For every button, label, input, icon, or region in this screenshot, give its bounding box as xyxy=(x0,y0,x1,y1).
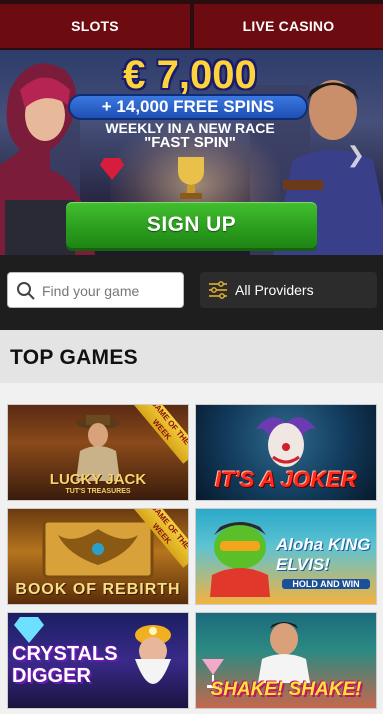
sign-up-button[interactable]: SIGN UP xyxy=(66,202,317,248)
game-subtitle: TUT'S TREASURES xyxy=(65,488,131,495)
games-grid: GAME OF THE WEEK LUCKY JACK TUT'S TREASU… xyxy=(0,383,383,714)
game-tile-book-of-rebirth[interactable]: GAME OF THE WEEK BOOK OF REBIRTH xyxy=(7,508,189,605)
ruby-gem-icon xyxy=(100,158,124,180)
game-tile-crystals-digger[interactable]: CRYSTALS DIGGER xyxy=(7,612,189,709)
top-games-header: TOP GAMES xyxy=(0,330,383,383)
trophy-icon xyxy=(178,157,204,199)
dwarf-miner-illustration xyxy=(135,625,171,684)
game-title: CRYSTALS DIGGER xyxy=(12,643,118,687)
golden-book-illustration xyxy=(42,519,154,579)
joker-face-illustration xyxy=(256,417,316,467)
search-filter-bar: Find your game All Providers xyxy=(0,255,383,330)
frog-character-illustration xyxy=(210,522,270,597)
search-placeholder: Find your game xyxy=(42,283,140,299)
top-nav: SLOTS LIVE CASINO xyxy=(0,0,383,50)
promo-line-2: "FAST SPIN" xyxy=(144,134,236,151)
game-tile-aloha-king-elvis[interactable]: Aloha KING ELVIS! HOLD AND WIN xyxy=(195,508,377,605)
promo-banner[interactable]: € 7,000 + 14,000 FREE SPINS WEEKLY IN A … xyxy=(0,50,383,255)
section-title: TOP GAMES xyxy=(10,346,138,369)
crystal-gem-icon xyxy=(14,617,44,643)
tab-slots[interactable]: SLOTS xyxy=(0,4,190,48)
game-title: SHAKE! SHAKE! xyxy=(210,679,362,700)
game-title: LUCKY JACK xyxy=(49,471,147,488)
game-tile-lucky-jack[interactable]: GAME OF THE WEEK LUCKY JACK TUT'S TREASU… xyxy=(7,404,189,501)
bartender-character-illustration xyxy=(258,622,310,683)
game-title: IT'S A JOKER xyxy=(215,467,357,492)
tab-live-casino[interactable]: LIVE CASINO xyxy=(194,4,383,48)
game-tile-its-a-joker[interactable]: IT'S A JOKER xyxy=(195,404,377,501)
free-spins-banner: + 14,000 FREE SPINS xyxy=(70,96,306,118)
game-tile-shake-shake[interactable]: SHAKE! SHAKE! xyxy=(195,612,377,709)
search-icon xyxy=(17,282,35,300)
game-of-week-badge: GAME OF THE WEEK xyxy=(131,405,188,464)
providers-label: All Providers xyxy=(235,282,314,298)
providers-filter-button[interactable]: All Providers xyxy=(200,272,377,308)
game-title: BOOK OF REBIRTH xyxy=(15,581,181,598)
search-input[interactable]: Find your game xyxy=(7,272,184,308)
game-title: Aloha KING ELVIS! xyxy=(276,535,371,574)
filter-sliders-icon xyxy=(209,281,227,299)
chevron-right-icon[interactable]: ❯ xyxy=(347,142,365,168)
game-subtitle: HOLD AND WIN xyxy=(282,579,370,589)
bonus-amount: € 7,000 xyxy=(123,53,257,97)
